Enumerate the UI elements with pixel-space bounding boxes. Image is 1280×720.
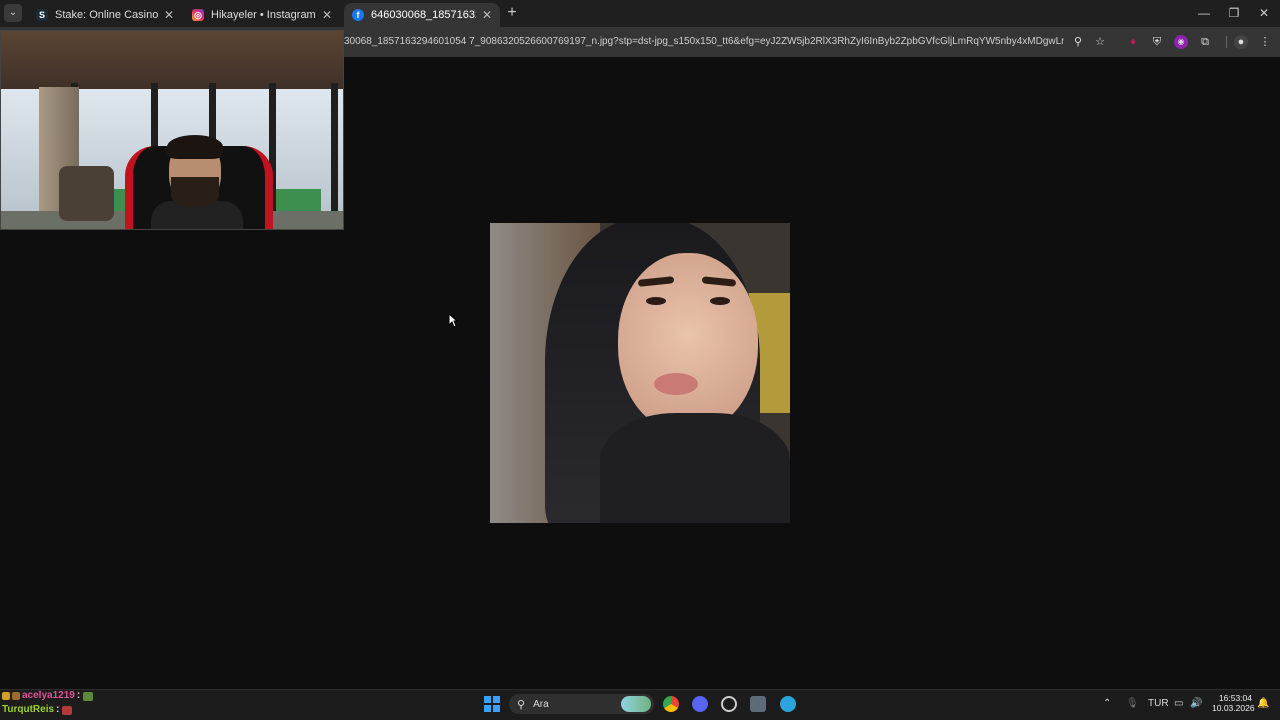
extension-icon[interactable]: ◉ [1174, 35, 1188, 49]
toolbar-separator [1226, 36, 1227, 48]
close-icon[interactable]: ✕ [322, 8, 332, 22]
close-icon[interactable]: ✕ [164, 8, 174, 22]
search-highlight-image [621, 696, 651, 712]
tab-title: Stake: Online Casino ve Spor Bahis [55, 9, 158, 21]
restore-icon[interactable]: ❐ [1226, 6, 1242, 20]
photo-clothing [600, 413, 790, 523]
badge-icon [12, 692, 20, 700]
window-frame [331, 83, 338, 223]
displayed-image[interactable] [490, 223, 790, 523]
url-field[interactable]: 30068_1857163294601054 7_908632052660076… [344, 36, 1064, 47]
clock[interactable]: 16:53:04 10.03.2026 [1212, 693, 1255, 713]
emote-icon [62, 705, 73, 715]
clock-time: 16:53:04 [1218, 693, 1252, 703]
tab-stake[interactable]: S Stake: Online Casino ve Spor Bahis ✕ [28, 3, 182, 27]
emote-icon [83, 691, 94, 701]
profile-avatar[interactable]: ● [1234, 35, 1248, 49]
notification-icon[interactable]: 🔔 [1257, 698, 1269, 709]
stake-icon: S [36, 9, 48, 21]
chat-message: TurqutReis : [2, 703, 93, 717]
photo-lips [654, 373, 698, 395]
chrome-icon[interactable] [663, 696, 679, 712]
webcam-armchair [59, 166, 114, 221]
close-icon[interactable]: ✕ [482, 8, 492, 22]
network-icon[interactable]: ▭ [1174, 698, 1183, 709]
search-label: Ara [533, 698, 549, 710]
chat-separator: : [56, 704, 60, 715]
chat-message: acelya1219 : [2, 689, 94, 703]
webcam-overlay [0, 30, 344, 230]
minimize-icon[interactable]: — [1196, 6, 1212, 20]
tab-title: 646030068_1857163294601054_908 [371, 9, 476, 21]
tab-search-button[interactable]: ⌄ [4, 4, 22, 22]
webcam-ceiling [1, 31, 343, 93]
tab-strip: ⌄ S Stake: Online Casino ve Spor Bahis ✕… [0, 0, 1280, 27]
streamer-beard [171, 177, 219, 207]
streamer-hair [167, 135, 223, 159]
photo-eye [710, 297, 730, 305]
chat-separator: : [76, 690, 81, 701]
window-close-icon[interactable]: ✕ [1256, 6, 1272, 20]
menu-icon[interactable]: ⋮ [1258, 35, 1272, 49]
chevron-up-icon[interactable]: ⌃ [1103, 698, 1111, 709]
badge-icon [2, 692, 10, 700]
facebook-icon: f [352, 9, 364, 21]
new-tab-button[interactable]: + [505, 5, 519, 21]
extension-icon[interactable]: ♦ [1126, 35, 1140, 49]
instagram-icon: ◎ [192, 9, 204, 21]
microphone-icon[interactable]: 🎙 [1126, 698, 1139, 709]
photo-eye [646, 297, 666, 305]
discord-icon[interactable] [692, 696, 708, 712]
tab-title: Hikayeler • Instagram [211, 9, 316, 21]
zoom-icon[interactable]: ⚲ [1071, 35, 1085, 49]
volume-icon[interactable]: 🔊 [1190, 698, 1202, 709]
chat-username: TurqutReis [2, 704, 55, 715]
obs-icon[interactable] [721, 696, 737, 712]
tab-image[interactable]: f 646030068_1857163294601054_908 ✕ [344, 3, 500, 27]
settings-icon[interactable] [750, 696, 766, 712]
start-icon[interactable] [484, 696, 500, 712]
language-indicator[interactable]: TUR [1148, 698, 1169, 709]
telegram-icon[interactable] [780, 696, 796, 712]
taskbar-search[interactable]: ⚲ Ara [509, 694, 654, 714]
search-icon: ⚲ [517, 698, 526, 711]
bookmark-star-icon[interactable]: ☆ [1093, 35, 1107, 49]
clock-date: 10.03.2026 [1212, 703, 1255, 713]
tab-instagram[interactable]: ◎ Hikayeler • Instagram ✕ [184, 3, 340, 27]
puzzle-icon[interactable]: ⧉ [1198, 35, 1212, 49]
stream-chat-overlay: acelya1219 : TurqutReis : [2, 689, 94, 717]
shield-icon[interactable]: ⛨ [1150, 35, 1164, 49]
chat-username: acelya1219 [22, 690, 75, 701]
